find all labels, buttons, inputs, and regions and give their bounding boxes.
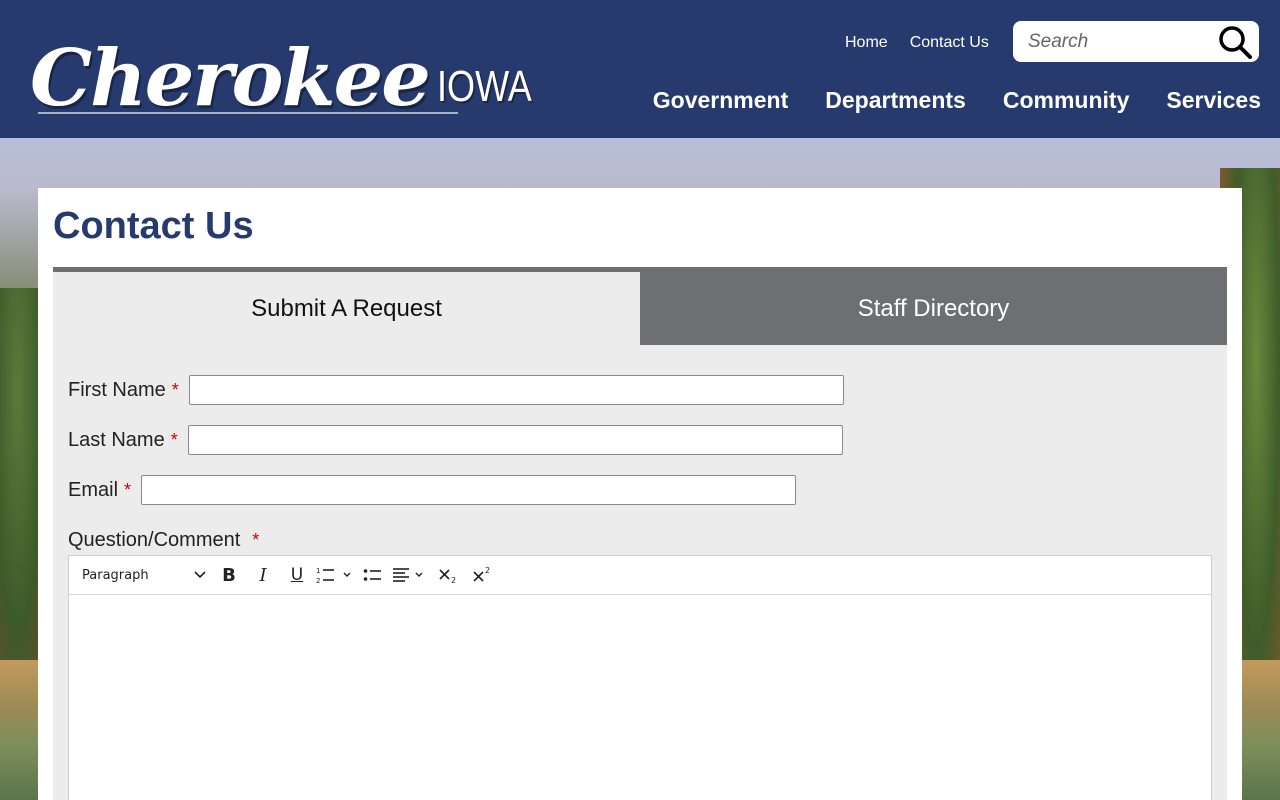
required-marker: * bbox=[124, 479, 132, 500]
last-name-row: Last Name * bbox=[68, 425, 843, 455]
first-name-field[interactable] bbox=[188, 375, 844, 405]
search-box bbox=[1013, 21, 1259, 62]
nav-services[interactable]: Services bbox=[1166, 87, 1261, 114]
email-label: Email bbox=[68, 478, 119, 501]
logo-state-text: IOWA bbox=[436, 62, 532, 111]
logo-script-text: Cherokee bbox=[30, 33, 431, 124]
content-card: Contact Us Submit A Request Staff Direct… bbox=[38, 188, 1242, 800]
svg-text:2: 2 bbox=[485, 566, 490, 575]
block-format-dropdown[interactable]: Paragraph bbox=[82, 568, 212, 583]
svg-text:1: 1 bbox=[316, 567, 320, 575]
required-marker: * bbox=[170, 429, 178, 450]
bullet-list-icon[interactable] bbox=[356, 560, 390, 590]
numbered-list-icon[interactable]: 1 2 bbox=[314, 560, 356, 590]
logo-underline bbox=[38, 112, 458, 114]
last-name-label: Last Name bbox=[68, 428, 165, 451]
superscript-icon[interactable]: 2 bbox=[466, 560, 500, 590]
nav-community[interactable]: Community bbox=[1003, 87, 1130, 114]
align-icon[interactable] bbox=[390, 560, 432, 590]
util-nav-contact-us[interactable]: Contact Us bbox=[910, 34, 989, 52]
question-comment-label: Question/Comment bbox=[68, 529, 241, 551]
first-name-label: First Name bbox=[68, 378, 166, 401]
utility-nav: Home Contact Us bbox=[845, 34, 989, 52]
site-logo[interactable]: Cherokee IOWA bbox=[30, 18, 553, 118]
site-header: Cherokee IOWA Home Contact Us Government… bbox=[0, 0, 1280, 138]
search-icon[interactable] bbox=[1217, 24, 1253, 60]
email-field[interactable] bbox=[141, 475, 797, 505]
svg-text:2: 2 bbox=[451, 576, 456, 584]
required-marker: * bbox=[171, 379, 179, 400]
main-nav: Government Departments Community Service… bbox=[653, 87, 1261, 114]
nav-departments[interactable]: Departments bbox=[825, 87, 966, 114]
first-name-row: First Name * bbox=[68, 375, 844, 405]
contact-form: First Name * Last Name * Email * Questio… bbox=[53, 345, 1227, 800]
italic-icon[interactable]: I bbox=[246, 560, 280, 590]
question-comment-label-row: Question/Comment * bbox=[68, 529, 269, 552]
search-input[interactable] bbox=[1028, 30, 1213, 53]
underline-icon[interactable]: U bbox=[280, 560, 314, 590]
tab-staff-directory[interactable]: Staff Directory bbox=[640, 272, 1227, 345]
util-nav-home[interactable]: Home bbox=[845, 34, 888, 52]
last-name-field[interactable] bbox=[187, 425, 843, 455]
editor-toolbar: Paragraph B I U 1 2 2 2 bbox=[69, 556, 1211, 595]
page-title: Contact Us bbox=[53, 205, 254, 247]
subscript-icon[interactable]: 2 bbox=[432, 560, 466, 590]
rich-text-editor: Paragraph B I U 1 2 2 2 bbox=[68, 555, 1212, 800]
block-format-value: Paragraph bbox=[82, 567, 149, 583]
tab-bar: Submit A Request Staff Directory bbox=[53, 267, 1227, 345]
nav-government[interactable]: Government bbox=[653, 87, 788, 114]
question-comment-textarea[interactable] bbox=[69, 595, 1211, 800]
required-marker: * bbox=[252, 530, 260, 550]
email-row: Email * bbox=[68, 475, 797, 505]
tab-submit-a-request[interactable]: Submit A Request bbox=[53, 272, 640, 345]
bold-icon[interactable]: B bbox=[212, 560, 246, 590]
chevron-down-icon bbox=[194, 568, 206, 583]
svg-text:2: 2 bbox=[316, 577, 320, 585]
